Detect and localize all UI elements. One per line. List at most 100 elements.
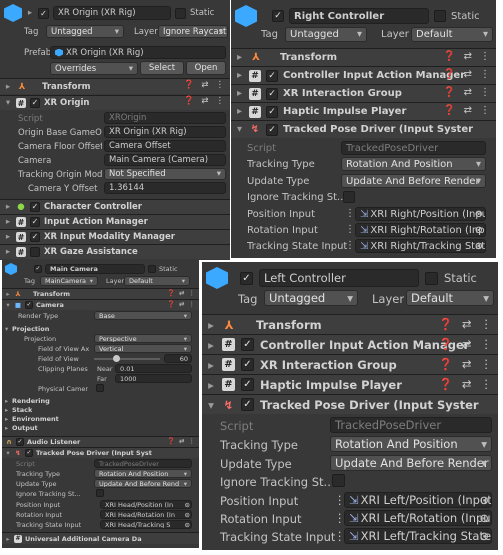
target-icon[interactable]: ⊙	[185, 501, 190, 508]
foldout-arrow-icon[interactable]: ▸	[5, 535, 11, 543]
input-modality-header[interactable]: ▸ # ✓ XR Input Modality Manager	[0, 229, 230, 244]
active-checkbox[interactable]: ✓	[272, 10, 284, 22]
enabled-checkbox[interactable]: ✓	[30, 202, 40, 212]
tag-dropdown[interactable]: MainCamera	[40, 276, 98, 286]
preset-icon[interactable]: ⇄	[462, 317, 472, 331]
help-icon[interactable]: ❓	[167, 289, 175, 297]
enabled-checkbox[interactable]: ✓	[30, 217, 40, 227]
static-checkbox[interactable]	[175, 7, 186, 19]
enabled-checkbox[interactable]: ✓	[30, 232, 40, 242]
camera-y-offset-input[interactable]: 1.36144	[104, 182, 226, 194]
more-icon[interactable]: ⋮	[480, 87, 490, 98]
foldout-arrow-icon[interactable]: ▾	[235, 124, 244, 135]
object-name-field[interactable]: XR Origin (XR Rig)	[53, 6, 171, 20]
static-checkbox[interactable]	[425, 271, 438, 285]
character-controller-header[interactable]: ▸ ● ✓ Character Controller	[0, 199, 230, 214]
foldout-arrow-icon[interactable]: ▸	[235, 52, 244, 63]
foldout-arrow-icon[interactable]: ▸	[5, 415, 8, 423]
target-icon[interactable]: ⊙	[479, 511, 489, 525]
update-type-dropdown[interactable]: Update And Before Render	[330, 455, 492, 471]
layer-dropdown[interactable]: Default	[406, 290, 494, 306]
tag-dropdown[interactable]: Untagged	[46, 25, 124, 38]
foldout-arrow-icon[interactable]: ▸	[206, 358, 216, 372]
enabled-checkbox[interactable]: ✓	[241, 358, 254, 371]
rotation-input-field[interactable]: XRI Head/Rotation (In ⊙	[100, 510, 192, 519]
fov-axis-dropdown[interactable]: Vertical	[94, 344, 192, 353]
foldout-arrow-icon[interactable]: ▸	[5, 397, 8, 405]
tag-dropdown[interactable]: Untagged	[285, 27, 367, 42]
active-checkbox[interactable]: ✓	[240, 271, 253, 285]
enabled-checkbox[interactable]: ✓	[30, 98, 40, 108]
help-icon[interactable]: ❓	[443, 105, 455, 116]
target-icon[interactable]: ⊙	[185, 511, 190, 518]
layer-dropdown[interactable]: Default	[411, 27, 493, 42]
preset-icon[interactable]: ⇄	[462, 357, 472, 371]
preset-icon[interactable]: ⇄	[464, 51, 472, 62]
enabled-checkbox[interactable]: ✓	[266, 105, 278, 118]
more-icon[interactable]: ⋮	[480, 51, 490, 62]
help-icon[interactable]: ❓	[439, 377, 453, 391]
help-icon[interactable]: ❓	[167, 300, 175, 308]
enabled-checkbox[interactable]: ✓	[241, 378, 254, 391]
environment-section[interactable]: Environment	[12, 415, 59, 423]
help-icon[interactable]: ❓	[443, 69, 455, 80]
tracking-state-input-field[interactable]: ⇲ XRI Left/Tracking State ⊙	[344, 528, 492, 544]
enabled-checkbox[interactable]: ✓	[241, 398, 254, 411]
object-name-field[interactable]: Right Controller	[289, 8, 429, 24]
foldout-arrow-icon[interactable]: ▾	[4, 98, 12, 108]
more-icon[interactable]: ⋮	[481, 317, 493, 331]
object-name-field[interactable]: Main Camera	[45, 264, 145, 274]
rotation-input-field[interactable]: ⇲ XRI Left/Rotation (Input ⊙	[344, 510, 492, 526]
tracked-pose-driver-header[interactable]: ▾ ↯ ✓ Tracked Pose Driver (Input Syster	[231, 120, 496, 138]
tracking-state-input-field[interactable]: XRI Head/Tracking S ⊙	[100, 520, 192, 529]
tracking-type-dropdown[interactable]: Rotation And Position	[341, 157, 486, 171]
more-icon[interactable]: ⋮	[480, 105, 490, 116]
projection-section-label[interactable]: Projection	[12, 325, 49, 333]
layer-dropdown[interactable]: Ignore Raycast	[158, 25, 228, 38]
overrides-dropdown[interactable]: Overrides	[50, 62, 138, 75]
target-icon[interactable]: ⊙	[185, 521, 190, 528]
tracking-state-input-field[interactable]: ⇲ XRI Right/Tracking Stat ⊙	[355, 239, 486, 253]
input-action-manager-header[interactable]: ▸ # ✓ Input Action Manager	[0, 214, 230, 229]
drag-handle-icon[interactable]: ⋮	[345, 240, 355, 251]
output-section[interactable]: Output	[12, 424, 38, 432]
help-icon[interactable]: ❓	[184, 96, 195, 106]
more-icon[interactable]: ⋮	[189, 289, 196, 297]
tracking-type-dropdown[interactable]: Rotation And Position	[330, 436, 492, 452]
ignore-tracking-checkbox[interactable]	[343, 191, 355, 203]
more-icon[interactable]: ⋮	[481, 337, 493, 351]
near-input[interactable]: 0.01	[115, 364, 192, 373]
more-icon[interactable]: ⋮	[480, 69, 490, 80]
more-icon[interactable]: ⋮	[481, 357, 493, 371]
help-icon[interactable]: ❓	[443, 51, 455, 62]
preset-icon[interactable]: ⇄	[179, 289, 184, 297]
target-icon[interactable]: ⊙	[475, 225, 483, 236]
enabled-checkbox[interactable]: ✓	[25, 301, 33, 309]
projection-dropdown[interactable]: Perspective	[94, 334, 192, 343]
target-icon[interactable]: ⊙	[479, 493, 489, 507]
tag-dropdown[interactable]: Untagged	[264, 290, 358, 306]
fov-slider-thumb[interactable]	[112, 355, 120, 362]
foldout-arrow-icon[interactable]: ▸	[4, 82, 12, 92]
preset-icon[interactable]: ⇄	[464, 105, 472, 116]
prefab-field[interactable]: XR Origin (XR Rig)	[50, 46, 226, 59]
target-icon[interactable]: ⊙	[479, 529, 489, 543]
tracked-pose-driver-header[interactable]: ▾ ↯ ✓ Tracked Pose Driver (Input Syst	[2, 447, 199, 458]
preset-icon[interactable]: ⇄	[464, 69, 472, 80]
more-icon[interactable]: ⋮	[189, 300, 196, 308]
foldout-arrow-icon[interactable]: ▸	[5, 290, 11, 298]
rotation-input-field[interactable]: ⇲ XRI Right/Rotation (Inpu ⊙	[355, 223, 486, 237]
foldout-arrow-icon[interactable]: ▸	[206, 338, 216, 352]
target-icon[interactable]: ⊙	[475, 209, 483, 220]
foldout-arrow-icon[interactable]: ▸	[4, 217, 12, 227]
help-icon[interactable]: ❓	[439, 357, 453, 371]
fov-input[interactable]: 60	[164, 354, 192, 363]
help-icon[interactable]: ❓	[167, 437, 175, 445]
more-icon[interactable]: ⋮	[216, 96, 225, 106]
foldout-arrow-icon[interactable]: ▸	[235, 88, 244, 99]
preset-icon[interactable]: ⇄	[201, 80, 208, 90]
position-input-field[interactable]: ⇲ XRI Right/Position (Inpu ⊙	[355, 207, 486, 221]
foldout-arrow-icon[interactable]: ▸	[4, 247, 12, 257]
foldout-arrow-icon[interactable]: ▾	[5, 301, 11, 309]
object-name-field[interactable]: Left Controller	[259, 269, 419, 287]
